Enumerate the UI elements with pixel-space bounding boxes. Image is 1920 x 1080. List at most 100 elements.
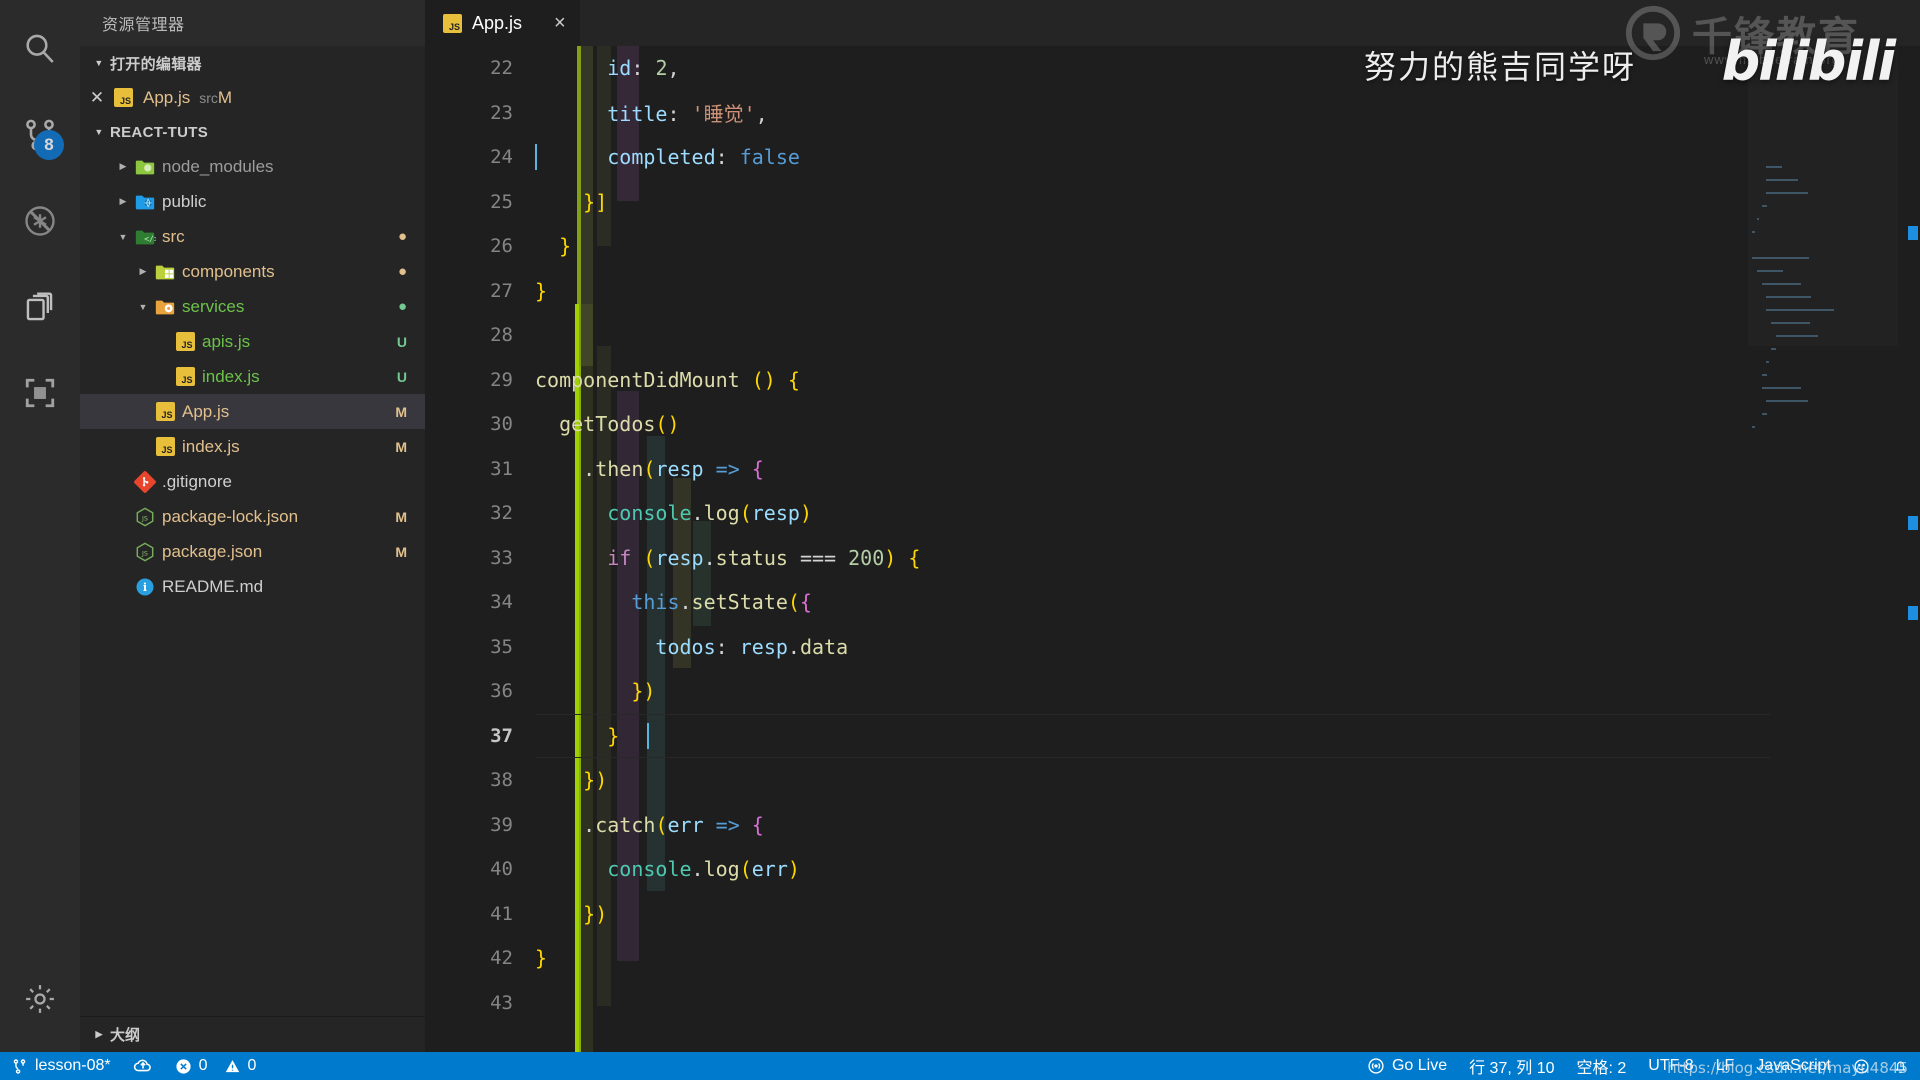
folder-node-modules <box>132 156 158 178</box>
close-icon[interactable]: × <box>554 12 566 35</box>
chevron-right-icon[interactable]: ▶ <box>114 161 132 172</box>
code-surface[interactable]: 22 id: 2, 23 title: '睡觉', 24 completed: fa… <box>425 46 1920 1052</box>
status-branch[interactable]: lesson-08* <box>0 1052 122 1080</box>
open-editor-name: App.js <box>143 87 191 107</box>
chevron-down-icon[interactable]: ▼ <box>114 232 132 242</box>
line-number: 31 <box>490 457 513 480</box>
code-line[interactable]: 43 <box>425 981 1920 1026</box>
tree-item-public[interactable]: ▶ public <box>80 184 425 219</box>
tree-item-src[interactable]: ▼ </>src● <box>80 219 425 254</box>
open-editor-marker: M <box>217 87 233 107</box>
minimap-line <box>1756 218 1760 220</box>
line-number: 41 <box>490 902 513 925</box>
code-text: } <box>535 946 548 971</box>
code-text: }) <box>583 901 608 926</box>
status-indentation[interactable]: 空格: 2 <box>1566 1052 1638 1080</box>
chevron-right-icon[interactable]: ▶ <box>134 266 152 277</box>
tree-item-package-json[interactable]: JS package.json M <box>80 534 425 569</box>
code-line[interactable]: 36 }) <box>425 669 1920 714</box>
git-icon <box>132 470 158 493</box>
tree-item-index-js[interactable]: JS index.js M <box>80 429 425 464</box>
bilibili-watermark: bilibili <box>1721 30 1896 93</box>
open-editor-item-appjs[interactable]: ✕ JS App.js src M <box>80 80 425 115</box>
code-line[interactable]: 40 console.log(err) <box>425 847 1920 892</box>
tree-item-git-marker: M <box>395 403 407 420</box>
code-line[interactable]: 24 completed: false <box>425 135 1920 180</box>
line-number: 26 <box>490 235 513 258</box>
section-outline[interactable]: ▶ 大纲 <box>80 1016 425 1052</box>
svg-text:JS: JS <box>141 514 148 522</box>
section-open-editors[interactable]: ▼ 打开的编辑器 <box>80 46 425 80</box>
line-number: 23 <box>490 101 513 124</box>
branch-label: lesson-08* <box>35 1057 111 1074</box>
code-line[interactable]: 28 <box>425 313 1920 358</box>
tree-item--gitignore[interactable]: .gitignore <box>80 464 425 499</box>
activity-item-run-debug[interactable] <box>0 178 80 264</box>
status-problems[interactable]: 0 0 <box>164 1052 268 1080</box>
line-number: 22 <box>490 57 513 80</box>
js-icon: JS <box>152 402 178 421</box>
code-line[interactable]: 41 }) <box>425 892 1920 937</box>
code-line[interactable]: 35 todos: resp.data <box>425 625 1920 670</box>
section-project-react-tuts[interactable]: ▼ REACT-TUTS <box>80 115 425 149</box>
tree-item-index-js[interactable]: JS index.js U <box>80 359 425 394</box>
code-line[interactable]: 27} <box>425 269 1920 314</box>
code-text: completed: false <box>607 145 800 170</box>
activity-item-extensions[interactable] <box>0 264 80 350</box>
code-line[interactable]: 33 if (resp.status === 200) { <box>425 536 1920 581</box>
channel-watermark: 努力的熊吉同学呀 <box>1363 48 1636 86</box>
code-text: .catch(err => { <box>583 812 764 837</box>
minimap[interactable] <box>1748 46 1898 1052</box>
tree-item-label: package.json <box>162 541 263 561</box>
code-line[interactable]: 26 } <box>425 224 1920 269</box>
code-text: getTodos() <box>559 412 680 437</box>
tree-item-readme-md[interactable]: i README.md <box>80 569 425 604</box>
source-control-icon <box>11 1058 28 1075</box>
tree-item-node-modules[interactable]: ▶ node_modules <box>80 149 425 184</box>
code-line[interactable]: 38 }) <box>425 758 1920 803</box>
settings-gear-icon <box>23 982 57 1016</box>
line-number: 42 <box>490 947 513 970</box>
code-line[interactable]: 30 getTodos() <box>425 402 1920 447</box>
line-number: 28 <box>490 324 513 347</box>
json-icon: JS <box>132 541 158 563</box>
chevron-right-icon[interactable]: ▶ <box>114 196 132 207</box>
status-sync[interactable] <box>122 1052 164 1080</box>
code-line[interactable]: 39 .catch(err => { <box>425 803 1920 848</box>
code-line[interactable]: 34 this.setState({ <box>425 580 1920 625</box>
text-caret <box>535 144 537 171</box>
js-icon: JS <box>172 332 198 351</box>
tree-item-label: package-lock.json <box>162 506 299 526</box>
status-cursor-position[interactable]: 行 37, 列 10 <box>1458 1052 1565 1080</box>
tree-item-label: public <box>162 191 207 211</box>
activity-item-search[interactable] <box>0 6 80 92</box>
tree-item-git-marker: M <box>395 543 407 560</box>
code-line[interactable]: 25 }] <box>425 180 1920 225</box>
open-editor-folder: src <box>199 89 218 106</box>
minimap-line <box>1761 283 1801 285</box>
code-line[interactable]: 31 .then(resp => { <box>425 447 1920 492</box>
tab-appjs[interactable]: JS App.js × <box>425 0 581 46</box>
activity-item-remote-explorer[interactable] <box>0 350 80 436</box>
scrollbar-decorations[interactable] <box>1906 46 1920 1052</box>
close-icon[interactable]: ✕ <box>80 88 114 108</box>
activity-item-settings[interactable] <box>0 956 80 1042</box>
activity-item-source-control[interactable]: 8 <box>0 92 80 178</box>
tree-item-services[interactable]: ▼ services ● <box>80 289 425 324</box>
line-number: 43 <box>490 991 513 1014</box>
tree-item-package-lock-json[interactable]: JS package-lock.json M <box>80 499 425 534</box>
tree-item-app-js[interactable]: JS App.js M <box>80 394 425 429</box>
tree-item-apis-js[interactable]: JS apis.js U <box>80 324 425 359</box>
tree-item-components[interactable]: ▶ components ● <box>80 254 425 289</box>
outline-label: 大纲 <box>110 1027 141 1044</box>
sidebar: 资源管理器 ▼ 打开的编辑器 ✕ JS App.js src M ▼ REACT… <box>80 0 425 1052</box>
code-line[interactable]: 37 } <box>425 713 1920 758</box>
code-line[interactable]: 32 console.log(resp) <box>425 491 1920 536</box>
code-line[interactable]: 42} <box>425 936 1920 981</box>
line-number: 27 <box>490 279 513 302</box>
code-line[interactable]: 29 componentDidMount () { <box>425 358 1920 403</box>
status-go-live[interactable]: Go Live <box>1356 1052 1458 1080</box>
code-line[interactable]: 23 title: '睡觉', <box>425 91 1920 136</box>
chevron-down-icon[interactable]: ▼ <box>134 302 152 312</box>
run-debug-disabled-icon <box>22 203 58 239</box>
